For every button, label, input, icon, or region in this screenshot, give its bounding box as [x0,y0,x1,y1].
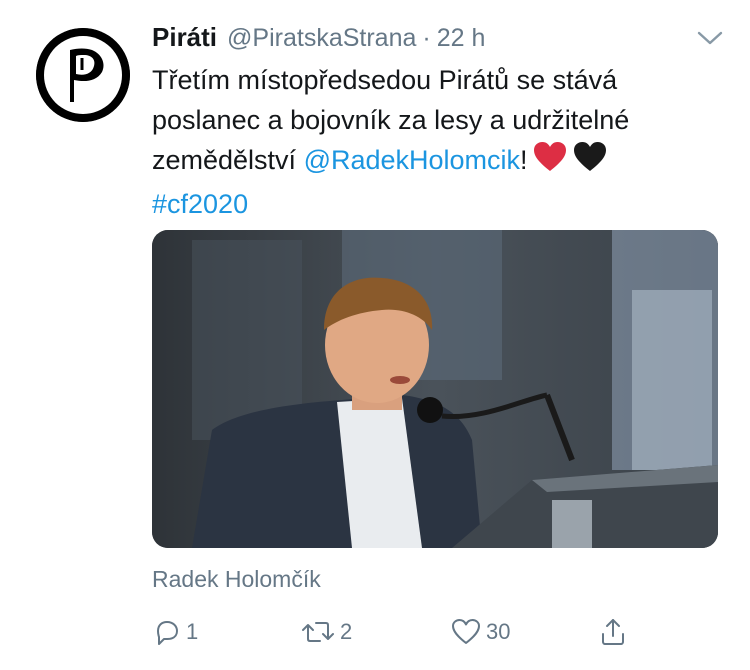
tweet-actions: 1 2 30 [152,614,652,650]
media-caption[interactable]: Radek Holomčík [152,566,321,593]
tweet-text: Třetím místopředsedou Pirátů se stává po… [152,60,732,224]
tweet-photo[interactable] [152,230,718,548]
tweet-menu-button[interactable] [696,28,724,48]
retweet-icon [302,622,334,642]
avatar[interactable] [36,28,130,122]
reply-button[interactable]: 1 [152,614,198,650]
chevron-down-icon [697,31,723,45]
black-heart-emoji-icon [572,141,608,184]
like-count: 30 [486,619,511,644]
pirate-flag-logo-icon [36,28,130,122]
red-heart-emoji-icon [532,141,568,184]
timestamp[interactable]: 22 h [437,24,486,53]
speaker-at-podium-photo [152,230,718,548]
like-button[interactable]: 30 [450,614,510,650]
reply-icon [157,621,178,645]
hashtag-link[interactable]: #cf2020 [152,184,732,224]
retweet-button[interactable]: 2 [300,614,352,650]
tweet-text-line-3: zemědělství @RadekHolomcik! [152,140,732,184]
heart-icon [452,619,480,644]
reply-count: 1 [186,619,199,644]
separator-dot: · [422,24,431,52]
retweet-count: 2 [340,619,353,644]
tweet-header: Piráti @PiratskaStrana · 22 h [152,22,485,56]
tweet-text-line-1: Třetím místopředsedou Pirátů se stává [152,65,618,95]
share-icon [602,619,624,645]
author-name[interactable]: Piráti [152,22,217,53]
share-button[interactable] [598,614,628,650]
tweet-text-line-2: poslanec a bojovník za lesy a udržitelné [152,105,630,135]
mention-link[interactable]: @RadekHolomcik [304,145,520,175]
author-handle[interactable]: @PiratskaStrana [227,24,416,53]
tweet-text-line-3-suffix: ! [520,145,528,175]
tweet-text-line-3-prefix: zemědělství [152,145,304,175]
